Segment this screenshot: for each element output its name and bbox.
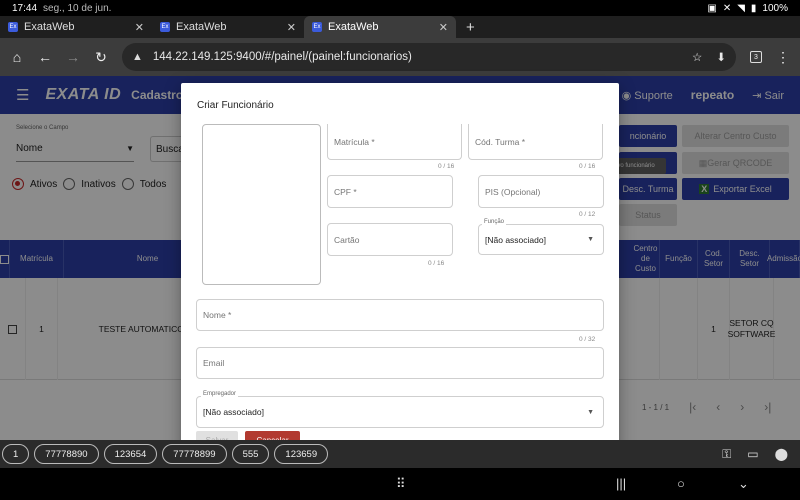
clipboard-suggestion-bar: 1 77778890 123654 77778899 555 123659 ⚿ … [0,440,800,468]
mute-icon: ✕ [722,2,732,14]
cartao-field[interactable]: Cartão [327,223,453,256]
location-icon[interactable]: ⬤ [775,447,788,462]
address-bar[interactable]: ▲ 144.22.149.125:9400/#/painel/(painel:f… [122,43,736,71]
suggestion-chip[interactable]: 123654 [103,444,158,464]
photo-placeholder[interactable] [202,124,321,285]
chevron-down-icon: ▼ [587,408,594,416]
suggestion-chip[interactable]: 1 [2,444,30,464]
browser-toolbar: ⌂ ← → ↻ ▲ 144.22.149.125:9400/#/painel/(… [0,38,800,76]
cod-turma-field[interactable]: Cód. Turma * [468,124,603,160]
chevron-down-icon: ▼ [587,236,594,243]
status-bar: 17:44 seg., 10 de jun. ▣ ✕ ◥ ▮ 100% [0,0,800,16]
empregador-label: Empregador [201,391,239,397]
wifi-icon: ◥ [737,2,745,14]
suggestion-chip[interactable]: 77778890 [34,444,99,464]
download-icon[interactable]: ⬇ [716,50,726,64]
tab-switcher-button[interactable]: 3 [750,51,762,63]
back-nav-icon[interactable]: ⌄ [738,476,749,492]
dialog-title: Criar Funcionário [197,100,274,111]
funcao-label: Função [482,219,507,225]
tab-title: ExataWeb [328,21,379,33]
nome-field[interactable]: Nome * [196,299,604,331]
browser-tab-active[interactable]: Ex ExataWeb ✕ [304,16,456,38]
empregador-select[interactable]: [Não associado] ▼ [196,396,604,428]
close-tab-icon[interactable]: ✕ [135,21,144,34]
close-tab-icon[interactable]: ✕ [439,21,448,34]
reload-icon[interactable]: ↻ [94,49,108,66]
favicon-icon: Ex [312,22,322,32]
bookmark-star-icon[interactable]: ☆ [692,50,702,64]
cartao-counter: 0 / 16 [428,260,445,267]
matricula-field[interactable]: Matrícula * [327,124,462,160]
status-time: 17:44 [12,2,38,14]
tab-title: ExataWeb [24,21,75,33]
suggestion-chip[interactable]: 555 [231,444,270,464]
battery-icon: ▮ [750,2,757,14]
funcao-select[interactable]: [Não associado] ▼ [478,224,604,255]
browser-tab-bar: Ex ExataWeb ✕ Ex ExataWeb ✕ Ex ExataWeb … [0,16,800,38]
create-employee-dialog: Criar Funcionário Matrícula * 0 / 16 Cód… [181,83,619,462]
favicon-icon: Ex [8,22,18,32]
browser-tab[interactable]: Ex ExataWeb ✕ [152,16,304,38]
home-button-icon[interactable]: ○ [677,476,685,491]
favicon-icon: Ex [160,22,170,32]
status-date: seg., 10 de jun. [43,2,112,14]
url-text: 144.22.149.125:9400/#/painel/(painel:fun… [152,51,412,63]
key-icon[interactable]: ⚿ [722,447,731,462]
new-tab-icon[interactable]: + [456,16,485,38]
pis-counter: 0 / 12 [579,211,596,218]
pis-field[interactable]: PIS (Opcional) [478,175,604,208]
close-tab-icon[interactable]: ✕ [287,21,296,34]
nome-counter: 0 / 32 [579,336,596,343]
cod-turma-counter: 0 / 16 [579,163,596,170]
system-navigation-bar: ⠿ ||| ○ ⌄ [0,468,800,500]
menu-dots-icon[interactable]: ⋮ [776,49,790,66]
email-field[interactable]: Email [196,347,604,379]
back-icon[interactable]: ← [38,49,52,65]
card-icon[interactable]: ▭ [747,447,758,462]
tab-title: ExataWeb [176,21,227,33]
matricula-counter: 0 / 16 [438,163,455,170]
app-grid-icon[interactable]: ⠿ [396,476,406,492]
home-icon[interactable]: ⌂ [10,49,24,65]
suggestion-chip[interactable]: 123659 [274,444,329,464]
browser-tab[interactable]: Ex ExataWeb ✕ [0,16,152,38]
forward-icon[interactable]: → [66,49,80,65]
lock-icon: ▣ [707,2,717,14]
cpf-field[interactable]: CPF * [327,175,453,208]
suggestion-chip[interactable]: 77778899 [162,444,227,464]
warning-icon[interactable]: ▲ [132,51,143,63]
battery-level: 100% [762,2,788,14]
recents-icon[interactable]: ||| [616,476,626,491]
